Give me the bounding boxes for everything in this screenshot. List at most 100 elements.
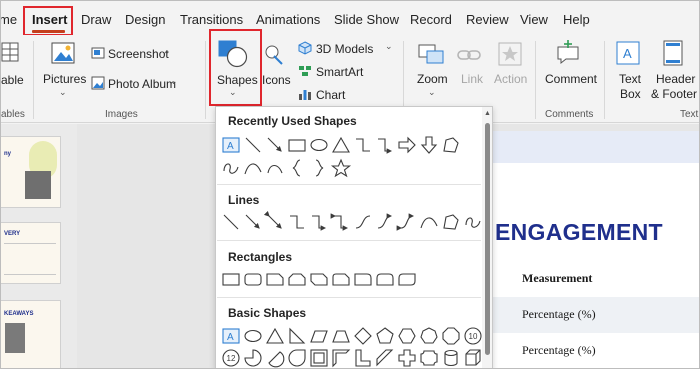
3d-models-button-label[interactable]: 3D Models — [316, 42, 373, 56]
table-header-cell[interactable]: Measurement — [522, 271, 592, 286]
chevron-down-icon[interactable]: ⌄ — [163, 46, 171, 57]
teardrop-shape-icon[interactable] — [286, 347, 308, 368]
freeform-shape-icon[interactable] — [440, 211, 462, 233]
oval-shape-icon[interactable] — [242, 325, 264, 347]
chevron-down-icon[interactable]: ⌄ — [428, 87, 436, 98]
slide-title[interactable]: ENGAGEMENT — [495, 219, 663, 246]
oval-shape-icon[interactable] — [308, 134, 330, 156]
curved-connector-shape-icon[interactable] — [352, 211, 374, 233]
snip-same-side-shape-icon[interactable] — [286, 268, 308, 290]
table-icon[interactable] — [1, 41, 21, 65]
trapezoid-shape-icon[interactable] — [330, 325, 352, 347]
snip-round-corner-shape-icon[interactable] — [330, 268, 352, 290]
frame-shape-icon[interactable] — [308, 347, 330, 368]
snip-diagonal-shape-icon[interactable] — [308, 268, 330, 290]
text-box-icon[interactable]: A — [615, 40, 641, 66]
right-brace-shape-icon[interactable] — [308, 157, 330, 179]
cross-shape-icon[interactable] — [396, 347, 418, 368]
slide-thumbnail[interactable]: ny — [1, 136, 61, 208]
tab-design[interactable]: Design — [125, 12, 165, 27]
curved-arrow-connector-shape-icon[interactable] — [374, 211, 396, 233]
elbow-arrow-connector-shape-icon[interactable] — [374, 134, 396, 156]
text-box-button-label-line2[interactable]: Box — [620, 87, 641, 101]
pictures-button-label[interactable]: Pictures — [43, 72, 86, 86]
table-button-label[interactable]: able — [1, 73, 24, 87]
star-shape-icon[interactable] — [330, 157, 352, 179]
chart-icon[interactable] — [298, 87, 312, 101]
tab-slide-show[interactable]: Slide Show — [334, 12, 399, 27]
right-arrow-shape-icon[interactable] — [396, 134, 418, 156]
tab-home[interactable]: me — [1, 12, 17, 27]
chevron-down-icon[interactable]: ⌄ — [170, 76, 178, 87]
text-box-button-label-line1[interactable]: Text — [619, 72, 641, 86]
snip-single-corner-shape-icon[interactable] — [264, 268, 286, 290]
header-footer-label-line1[interactable]: Header — [656, 72, 695, 86]
table-row[interactable]: Percentage (%) — [479, 297, 699, 333]
right-triangle-shape-icon[interactable] — [286, 325, 308, 347]
left-brace-shape-icon[interactable] — [286, 157, 308, 179]
table-cell[interactable]: Percentage (%) — [522, 343, 596, 358]
scribble-shape-icon[interactable] — [220, 157, 242, 179]
plaque-shape-icon[interactable] — [418, 347, 440, 368]
3d-models-icon[interactable] — [298, 41, 312, 55]
pictures-icon[interactable] — [49, 41, 77, 67]
photo-album-button-label[interactable]: Photo Album — [108, 77, 176, 91]
line-shape-icon[interactable] — [220, 211, 242, 233]
curve-shape-icon[interactable] — [242, 157, 264, 179]
table-cell[interactable]: Percentage (%) — [522, 307, 596, 322]
gallery-scrollbar[interactable]: ▲ — [482, 107, 492, 368]
isosceles-triangle-shape-icon[interactable] — [264, 325, 286, 347]
double-arrow-line-shape-icon[interactable] — [264, 211, 286, 233]
tab-draw[interactable]: Draw — [81, 12, 111, 27]
diagonal-stripe-shape-icon[interactable] — [374, 347, 396, 368]
hexagon-shape-icon[interactable] — [396, 325, 418, 347]
can-shape-icon[interactable] — [440, 347, 462, 368]
half-frame-shape-icon[interactable] — [330, 347, 352, 368]
new-comment-icon[interactable] — [554, 39, 582, 67]
slide-thumbnail[interactable]: VERY — [1, 222, 61, 284]
icons-icon[interactable] — [263, 43, 285, 67]
cube-shape-icon[interactable] — [462, 347, 484, 368]
scroll-up-arrow-icon[interactable]: ▲ — [484, 110, 491, 117]
current-slide[interactable]: ENGAGEMENT Measurement Percentage (%) Pe… — [479, 131, 699, 368]
decagon-shape-icon[interactable]: 10 — [462, 325, 484, 347]
dodecagon-shape-icon[interactable]: 12 — [220, 347, 242, 368]
tab-animations[interactable]: Animations — [256, 12, 320, 27]
scrollbar-thumb[interactable] — [485, 123, 490, 355]
tab-record[interactable]: Record — [410, 12, 452, 27]
chevron-down-icon[interactable]: ⌄ — [59, 87, 67, 98]
text-box-shape-icon[interactable]: A — [220, 134, 242, 156]
slide-thumbnail[interactable]: KEAWAYS — [1, 300, 61, 368]
table-row[interactable]: Percentage (%) — [479, 333, 699, 368]
triangle-shape-icon[interactable] — [330, 134, 352, 156]
elbow-double-arrow-shape-icon[interactable] — [330, 211, 352, 233]
screenshot-icon[interactable] — [91, 46, 105, 60]
tab-view[interactable]: View — [520, 12, 548, 27]
rectangle-shape-icon[interactable] — [220, 268, 242, 290]
elbow-arrow-connector-shape-icon[interactable] — [308, 211, 330, 233]
l-shape-icon[interactable] — [352, 347, 374, 368]
tab-review[interactable]: Review — [466, 12, 509, 27]
comment-button-label[interactable]: Comment — [545, 72, 597, 86]
down-arrow-shape-icon[interactable] — [418, 134, 440, 156]
elbow-connector-shape-icon[interactable] — [286, 211, 308, 233]
heptagon-shape-icon[interactable] — [418, 325, 440, 347]
smartart-icon[interactable] — [298, 64, 312, 78]
tab-help[interactable]: Help — [563, 12, 590, 27]
pentagon-shape-icon[interactable] — [374, 325, 396, 347]
round-same-side-shape-icon[interactable] — [374, 268, 396, 290]
smartart-button-label[interactable]: SmartArt — [316, 65, 363, 79]
table-row[interactable]: Measurement — [479, 261, 699, 297]
round-diagonal-shape-icon[interactable] — [396, 268, 418, 290]
scribble-shape-icon[interactable] — [462, 211, 484, 233]
header-footer-icon[interactable] — [661, 40, 685, 66]
icons-button-label[interactable]: Icons — [262, 73, 291, 87]
screenshot-button-label[interactable]: Screenshot — [108, 47, 169, 61]
chevron-down-icon[interactable]: ⌄ — [385, 41, 393, 52]
zoom-icon[interactable] — [417, 41, 445, 67]
pie-shape-icon[interactable] — [242, 347, 264, 368]
text-box-shape-icon[interactable]: A — [220, 325, 242, 347]
octagon-shape-icon[interactable] — [440, 325, 462, 347]
diamond-shape-icon[interactable] — [352, 325, 374, 347]
round-single-corner-shape-icon[interactable] — [352, 268, 374, 290]
